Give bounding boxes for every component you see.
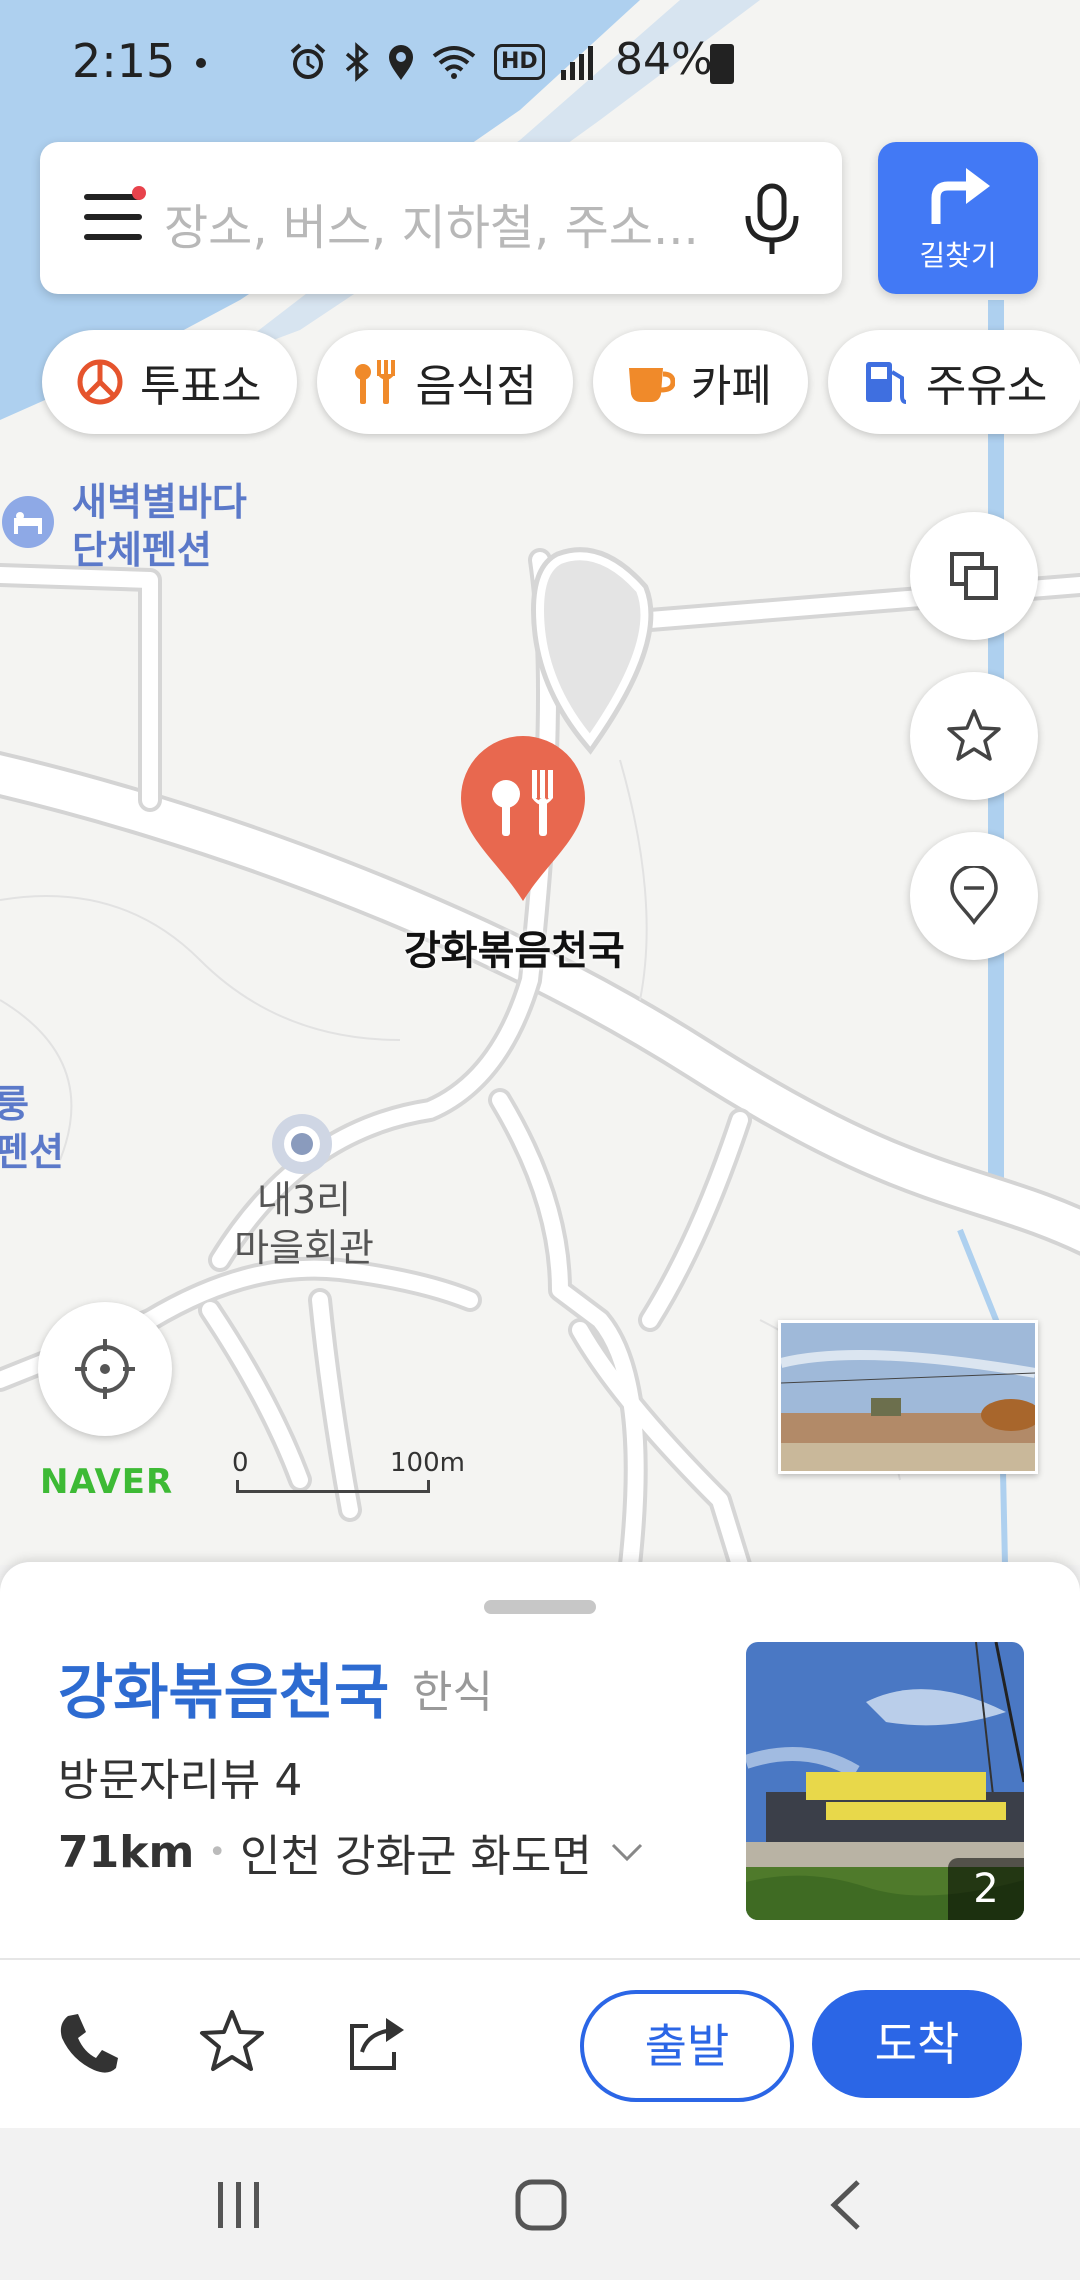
notification-dot xyxy=(196,58,206,68)
chip-label: 주유소 xyxy=(925,361,1048,412)
star-icon xyxy=(947,709,1001,761)
directions-button[interactable]: 길찾기 xyxy=(878,142,1038,294)
bluetooth-icon xyxy=(345,42,369,82)
chip-restaurant[interactable]: 음식점 xyxy=(317,330,573,434)
distance: 71km xyxy=(58,1826,195,1878)
separator-dot: • xyxy=(208,1834,227,1870)
chip-label: 투표소 xyxy=(140,361,262,412)
favorites-button[interactable] xyxy=(910,672,1038,800)
poi-village-hall-label[interactable]: 내3리 마을회관 xyxy=(224,1176,384,1272)
polling-station-icon xyxy=(77,359,123,405)
home-icon[interactable] xyxy=(514,2178,568,2232)
distance-address-row[interactable]: 71km • 인천 강화군 화도면 xyxy=(58,1820,644,1884)
photo-count: 2 xyxy=(948,1858,1024,1920)
location-pin-button[interactable] xyxy=(910,832,1038,960)
star-icon[interactable] xyxy=(192,2002,272,2082)
alarm-icon xyxy=(290,43,326,79)
status-bar: 2:15 HD 84% xyxy=(0,0,1080,125)
chip-gas-station[interactable]: 주유소 xyxy=(827,330,1080,434)
place-name[interactable]: 강화볶음천국 xyxy=(58,1644,389,1731)
hd-voice-icon: HD xyxy=(494,44,545,80)
arrive-button[interactable]: 도착 xyxy=(812,1990,1022,2098)
category-chips: 투표소 음식점 카페 주유소 xyxy=(42,330,1080,434)
lodging-icon xyxy=(2,496,54,548)
back-icon[interactable] xyxy=(826,2178,866,2232)
street-view-thumbnail[interactable] xyxy=(778,1320,1038,1474)
turn-right-arrow-icon xyxy=(931,168,990,224)
place-bottom-sheet[interactable]: 강화볶음천국 한식 방문자리뷰 4 71km • 인천 강화군 화도면 2 출발… xyxy=(0,1562,1080,2128)
recent-apps-icon[interactable] xyxy=(214,2178,264,2232)
location-icon xyxy=(389,45,413,80)
cafe-icon xyxy=(628,368,675,402)
phone-icon[interactable] xyxy=(48,2002,128,2082)
crosshair-icon xyxy=(75,1339,135,1399)
gas-station-icon xyxy=(865,362,907,404)
chip-cafe[interactable]: 카페 xyxy=(592,330,808,434)
restaurant-icon xyxy=(355,360,396,404)
address: 인천 강화군 화도면 xyxy=(240,1831,592,1882)
restaurant-marker-icon[interactable] xyxy=(458,736,588,906)
layers-icon xyxy=(950,552,998,600)
my-location-button[interactable] xyxy=(38,1302,172,1436)
chevron-down-icon[interactable] xyxy=(610,1841,644,1863)
place-photo[interactable]: 2 xyxy=(746,1642,1024,1920)
location-pin-icon xyxy=(950,866,998,926)
clock: 2:15 xyxy=(72,34,176,88)
signal-icon xyxy=(560,46,593,80)
menu-icon[interactable] xyxy=(84,186,146,246)
search-bar[interactable]: 장소, 버스, 지하철, 주소... xyxy=(40,142,842,294)
poi-edge-label: 룽 펜션 xyxy=(0,1082,64,1174)
directions-label: 길찾기 xyxy=(919,239,997,272)
place-category: 한식 xyxy=(412,1667,493,1718)
selected-place-label[interactable]: 강화볶음천국 xyxy=(404,918,625,976)
chip-polling-station[interactable]: 투표소 xyxy=(42,330,298,434)
village-hall-icon xyxy=(272,1114,332,1174)
layers-button[interactable] xyxy=(910,512,1038,640)
map-scale: 0 100m xyxy=(232,1448,465,1496)
wifi-icon xyxy=(432,46,476,79)
search-input[interactable]: 장소, 버스, 지하철, 주소... xyxy=(164,188,699,258)
visitor-reviews-link[interactable]: 방문자리뷰 4 xyxy=(58,1744,302,1808)
poi-pension-label[interactable]: 새벽별바다 단체펜션 xyxy=(72,478,247,574)
battery-level: 84% xyxy=(615,34,713,85)
start-button[interactable]: 출발 xyxy=(580,1990,794,2102)
chip-label: 카페 xyxy=(690,361,772,412)
share-icon[interactable] xyxy=(338,2002,418,2082)
divider xyxy=(0,1958,1080,1960)
drag-handle[interactable] xyxy=(484,1600,596,1614)
naver-logo: NAVER xyxy=(40,1462,174,1502)
chip-label: 음식점 xyxy=(415,361,537,412)
system-navigation-bar xyxy=(0,2128,1080,2280)
microphone-icon[interactable] xyxy=(742,182,802,256)
battery-icon xyxy=(710,44,734,84)
